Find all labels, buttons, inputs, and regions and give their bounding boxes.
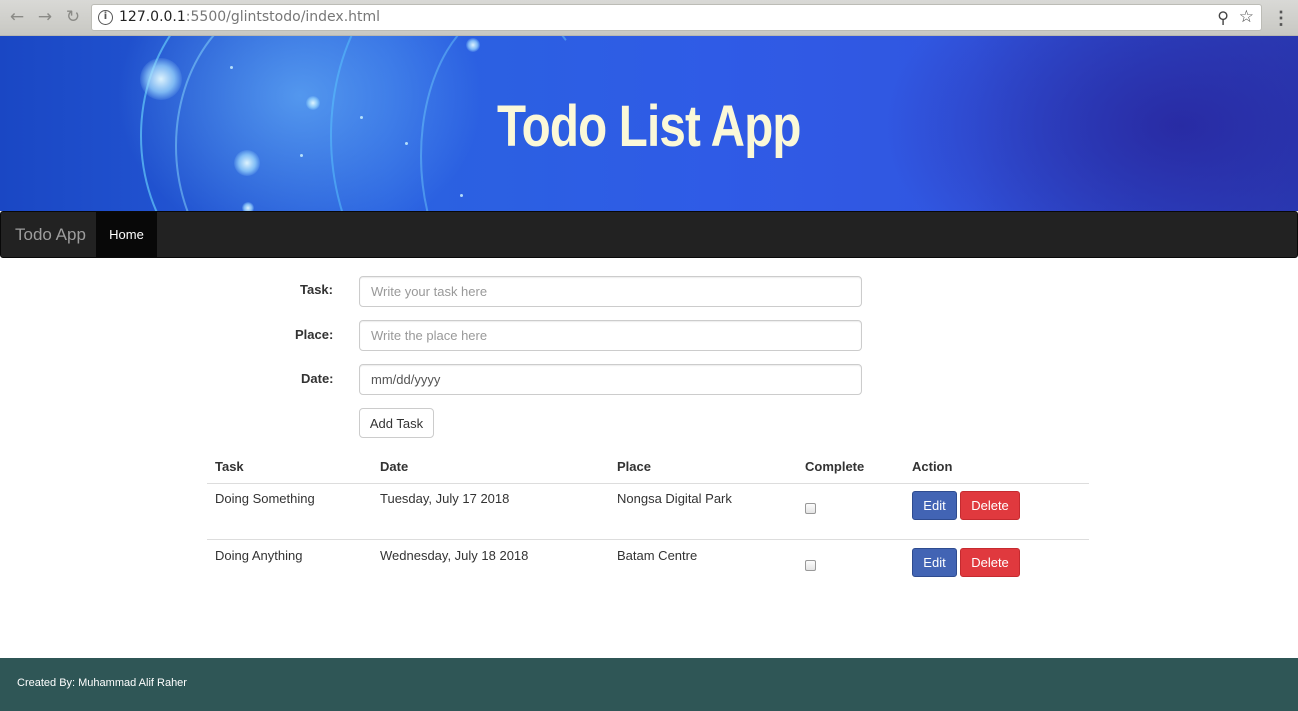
complete-checkbox[interactable] [805,560,816,571]
address-bar[interactable]: i 127.0.0.1:5500/glintstodo/index.html ⚲… [91,4,1262,31]
zoom-icon[interactable]: ⚲ [1217,8,1229,27]
navbar: Todo App Home [0,211,1298,258]
navbar-brand[interactable]: Todo App [15,225,86,245]
add-task-button[interactable]: Add Task [359,408,434,438]
light-orb [242,202,254,211]
back-arrow-icon[interactable]: ← [6,6,28,28]
forward-arrow-icon[interactable]: → [34,6,56,28]
url-path: :5500/glintstodo/index.html [185,9,381,25]
light-orb [466,38,480,52]
column-header-date: Date [380,459,409,474]
date-input[interactable] [359,364,862,395]
delete-button[interactable]: Delete [960,548,1020,577]
column-header-task: Task [215,459,244,474]
task-input[interactable] [359,276,862,307]
sparkle [460,194,463,197]
date-label: Date: [301,371,334,386]
cell-place: Batam Centre [617,548,698,563]
footer: Created By: Muhammad Alif Raher [0,658,1298,711]
cell-task: Doing Something [215,491,315,506]
place-input[interactable] [359,320,862,351]
url-text[interactable]: 127.0.0.1:5500/glintstodo/index.html [119,9,380,25]
browser-toolbar: ← → ↻ i 127.0.0.1:5500/glintstodo/index.… [0,0,1298,36]
edit-button[interactable]: Edit [912,548,957,577]
kebab-menu-icon[interactable]: ⋮ [1272,7,1290,29]
reload-icon[interactable]: ↻ [62,6,84,28]
info-icon[interactable]: i [98,10,113,25]
cell-place: Nongsa Digital Park [617,491,732,506]
sparkle [230,66,233,69]
column-header-action: Action [912,459,953,474]
place-label: Place: [295,327,334,342]
column-header-place: Place [617,459,651,474]
cell-date: Wednesday, July 18 2018 [380,548,529,563]
cell-task: Doing Anything [215,548,303,563]
row-divider [207,539,1089,540]
banner-title: Todo List App [496,94,802,159]
cell-date: Tuesday, July 17 2018 [380,491,510,506]
edit-button[interactable]: Edit [912,491,957,520]
complete-checkbox[interactable] [805,503,816,514]
footer-credit: Created By: Muhammad Alif Raher [17,677,187,689]
url-host: 127.0.0.1 [119,9,186,25]
column-header-complete: Complete [805,459,865,474]
header-banner: Todo List App [0,36,1298,211]
delete-button[interactable]: Delete [960,491,1020,520]
task-label: Task: [300,282,333,297]
nav-item-home[interactable]: Home [96,212,157,257]
header-divider [207,483,1089,484]
bookmark-star-icon[interactable]: ☆ [1239,7,1254,27]
